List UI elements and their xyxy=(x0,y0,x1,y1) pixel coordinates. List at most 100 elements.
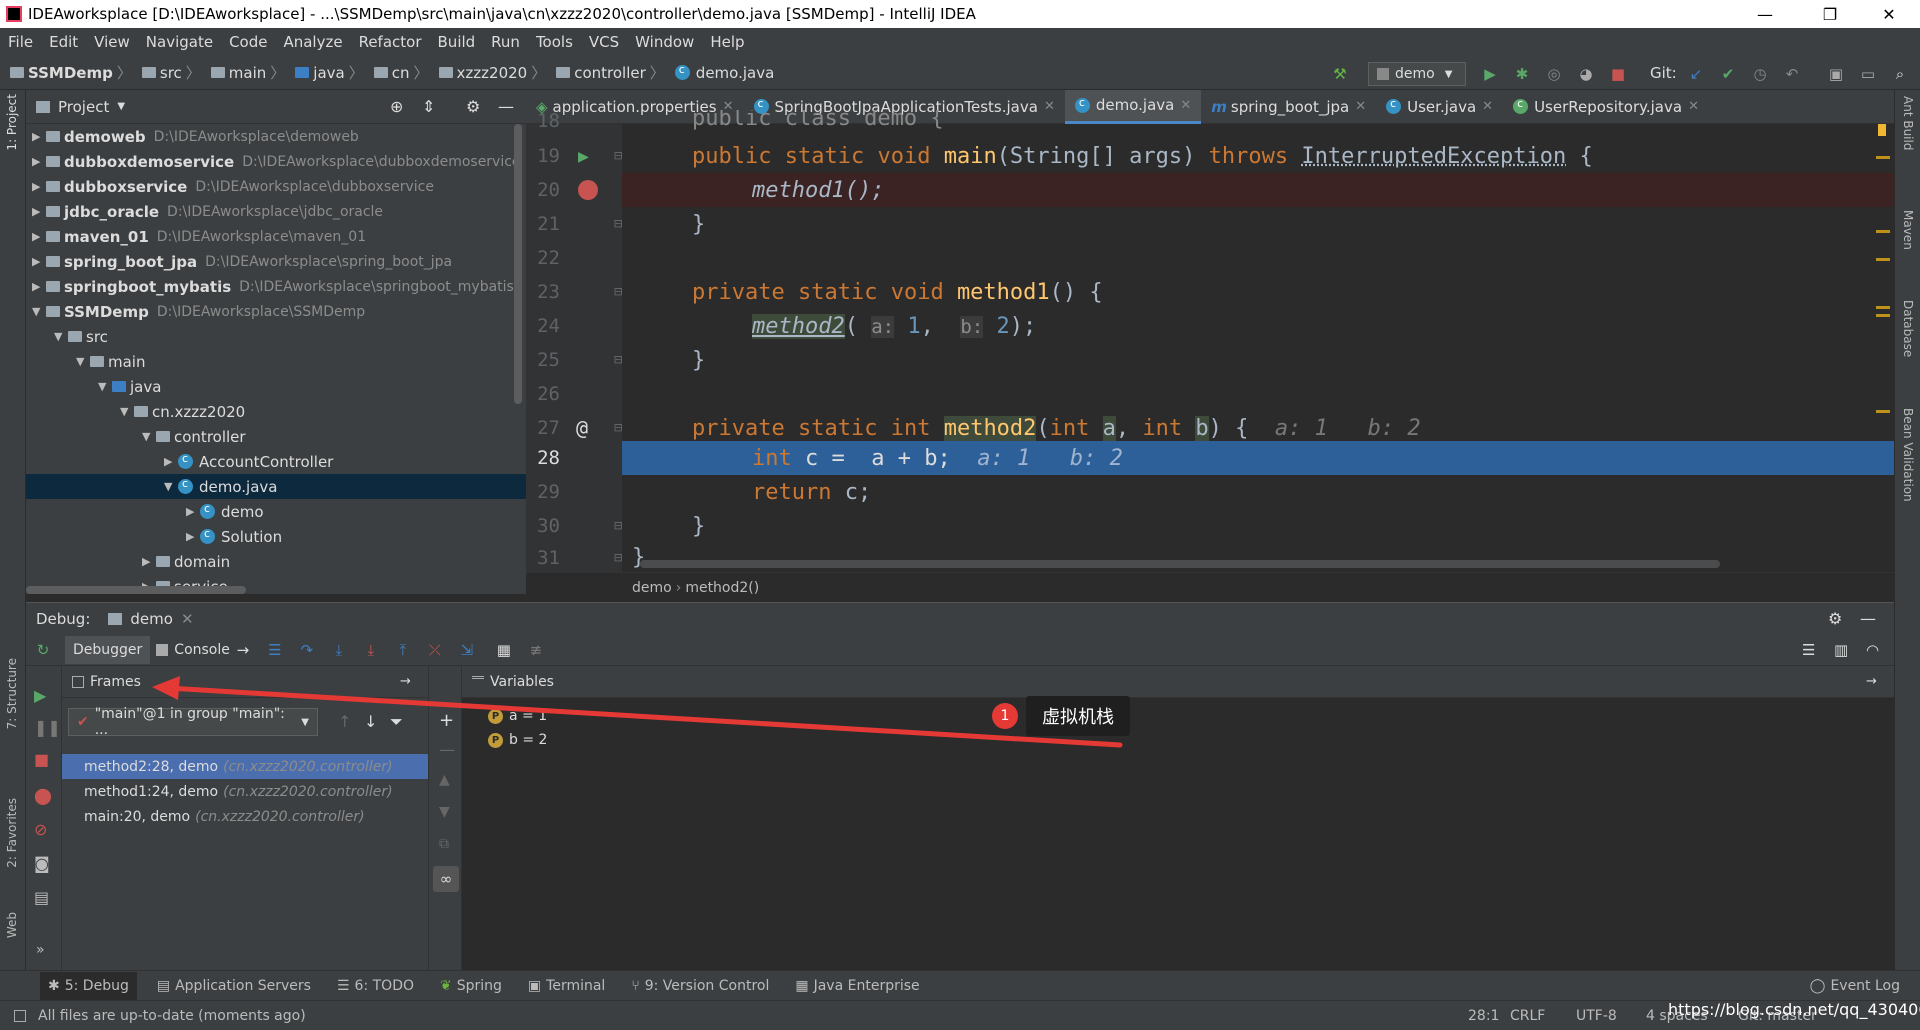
tree-item-dubboxdemoservice[interactable]: ▶ dubboxdemoservice D:\IDEAworksplace\dubb… xyxy=(32,149,521,174)
tree-item-springboot-mybatis[interactable]: ▶ springboot_mybatis D:\IDEAworksplace\spr… xyxy=(32,274,514,299)
crumb-src[interactable]: src xyxy=(141,64,182,82)
filter-icon[interactable]: ⏷ xyxy=(390,712,403,732)
crumb-java[interactable]: java xyxy=(295,64,345,82)
step-out-icon[interactable]: ⤒ xyxy=(394,641,412,659)
git-revert-icon[interactable]: ↶ xyxy=(1782,64,1802,84)
rerun-icon[interactable]: ↻ xyxy=(34,641,52,659)
tree-item-jdbc-oracle[interactable]: ▶ jdbc_oracle D:\IDEAworksplace\jdbc_oracl… xyxy=(32,199,383,224)
status-toggle-icon[interactable] xyxy=(14,1009,26,1022)
pause-icon[interactable]: ❚❚ xyxy=(34,718,61,737)
tool-tab-version-control[interactable]: ⑂ 9: Version Control xyxy=(631,978,769,994)
tool-tab-terminal[interactable]: ▣ Terminal xyxy=(528,978,605,994)
maven-tool-tab[interactable]: Maven xyxy=(1901,210,1915,250)
hide-panel-icon[interactable]: — xyxy=(498,97,514,116)
tree-item-controller[interactable]: ▼ controller xyxy=(142,424,246,449)
fold-icon[interactable]: ⊟ xyxy=(614,420,622,436)
resume-icon[interactable]: ▶ xyxy=(34,686,46,705)
project-panel-title[interactable]: Project xyxy=(58,98,109,116)
gear-icon[interactable]: ⚙ xyxy=(466,97,480,116)
tree-item-java[interactable]: ▼ java xyxy=(98,374,161,399)
camera-icon[interactable]: ◙ xyxy=(34,854,50,873)
stop-icon[interactable]: ■ xyxy=(34,750,49,769)
run-icon[interactable]: ▶ xyxy=(1480,64,1500,84)
frame-row[interactable]: main:20, demo (cn.xzzz2020.controller) xyxy=(62,804,428,829)
structure-tool-tab[interactable]: 7: Structure xyxy=(5,658,19,729)
chevron-down-icon[interactable]: ▼ xyxy=(117,101,125,112)
profile-icon[interactable]: ◕ xyxy=(1576,64,1596,84)
debug-session-tab[interactable]: demo xyxy=(130,610,173,628)
stop-icon[interactable]: ■ xyxy=(1608,64,1628,84)
variable-row[interactable]: Pb = 2 xyxy=(488,728,547,752)
fold-icon[interactable]: ⊟ xyxy=(614,148,622,164)
ant-build-tool-tab[interactable]: Ant Build xyxy=(1901,96,1915,150)
tool-tab-java-enterprise[interactable]: ▦ Java Enterprise xyxy=(795,978,919,994)
tree-item-domain[interactable]: ▶ domain xyxy=(142,549,230,574)
minimize-button[interactable]: — xyxy=(1742,0,1788,28)
collapse-all-icon[interactable]: ⇕ xyxy=(422,97,435,116)
file-encoding[interactable]: UTF-8 xyxy=(1576,1008,1617,1024)
breadcrumb-method[interactable]: method2() xyxy=(685,580,759,596)
tree-item-demo-java[interactable]: ▼demo.java xyxy=(164,474,277,499)
add-watch-icon[interactable]: + xyxy=(439,710,454,731)
force-step-into-icon[interactable]: ⤓ xyxy=(362,641,380,659)
restore-layout-icon[interactable]: ☰ xyxy=(1802,641,1815,659)
tree-item-spring-boot-jpa[interactable]: ▶ spring_boot_jpa D:\IDEAworksplace\spring… xyxy=(32,249,452,274)
warning-marker[interactable] xyxy=(1878,124,1886,136)
gear-icon[interactable]: ⚙ xyxy=(1828,609,1842,628)
project-tool-tab[interactable]: 1: Project xyxy=(5,94,19,151)
tree-item-src[interactable]: ▼ src xyxy=(54,324,108,349)
tree-item-main[interactable]: ▼ main xyxy=(76,349,145,374)
tool-tab-application-servers[interactable]: ▤ Application Servers xyxy=(157,978,311,994)
remove-watch-icon[interactable]: — xyxy=(439,740,455,759)
line-separator[interactable]: CRLF xyxy=(1510,1008,1545,1024)
git-update-icon[interactable]: ↙ xyxy=(1686,64,1706,84)
evaluate-expression-icon[interactable]: ▦ xyxy=(495,641,513,659)
tree-item-dubboxservice[interactable]: ▶ dubboxservice D:\IDEAworksplace\dubboxse… xyxy=(32,174,434,199)
debugger-tab[interactable]: Debugger xyxy=(65,635,151,664)
favorites-tool-tab[interactable]: 2: Favorites xyxy=(5,798,19,868)
fold-icon[interactable]: ⊟ xyxy=(614,216,622,232)
menu-view[interactable]: View xyxy=(94,33,130,51)
frame-row[interactable]: method1:24, demo (cn.xzzz2020.controller) xyxy=(62,779,428,804)
menu-edit[interactable]: Edit xyxy=(49,33,78,51)
close-button[interactable]: ✕ xyxy=(1866,0,1912,28)
tree-item-maven-01[interactable]: ▶ maven_01 D:\IDEAworksplace\maven_01 xyxy=(32,224,366,249)
menu-code[interactable]: Code xyxy=(229,33,267,51)
menu-file[interactable]: File xyxy=(8,33,33,51)
layout-settings-icon[interactable]: ▥ xyxy=(1834,641,1848,659)
down-arrow-icon[interactable]: ↓ xyxy=(364,712,377,731)
mute-breakpoints-icon[interactable]: ⊘ xyxy=(34,820,47,839)
pin-icon[interactable]: → xyxy=(1866,674,1877,689)
status-message[interactable]: All files are up-to-date (moments ago) xyxy=(38,1008,306,1024)
pin-icon[interactable]: → xyxy=(234,641,252,659)
tree-item-ssmdemp[interactable]: ▼ SSMDemp D:\IDEAworksplace\SSMDemp xyxy=(32,299,365,324)
maximize-button[interactable]: ❐ xyxy=(1807,0,1853,28)
error-stripe-mark[interactable] xyxy=(1876,410,1890,413)
breadcrumb-class[interactable]: demo xyxy=(632,580,672,596)
drop-frame-icon[interactable]: ⤫ xyxy=(426,641,444,659)
move-down-icon[interactable]: ▼ xyxy=(439,804,450,820)
crumb-project[interactable]: SSMDemp xyxy=(10,64,113,82)
tool-tab-event-log[interactable]: ◯ Event Log xyxy=(1810,978,1900,994)
tree-item-demoweb[interactable]: ▶ demoweb D:\IDEAworksplace\demoweb xyxy=(32,124,359,149)
pin-icon[interactable]: → xyxy=(400,674,411,689)
tree-horizontal-scrollbar[interactable] xyxy=(26,586,246,594)
console-tab[interactable]: Console xyxy=(174,642,230,658)
layout-icon[interactable]: ▤ xyxy=(34,888,49,907)
hide-panel-icon[interactable]: — xyxy=(1860,609,1876,628)
breakpoint-icon[interactable] xyxy=(578,180,598,200)
error-stripe-mark[interactable] xyxy=(1876,314,1890,317)
crumb-cn[interactable]: cn xyxy=(373,64,410,82)
caret-position[interactable]: 28:1 xyxy=(1468,1008,1499,1024)
error-stripe-mark[interactable] xyxy=(1876,230,1890,233)
error-stripe-mark[interactable] xyxy=(1876,306,1890,309)
layout-icon[interactable]: ▭ xyxy=(1858,64,1878,84)
more-icon[interactable]: » xyxy=(36,942,45,958)
menu-window[interactable]: Window xyxy=(635,33,694,51)
show-execution-point-icon[interactable]: ☰ xyxy=(266,641,284,659)
crumb-controller[interactable]: controller xyxy=(556,64,646,82)
fold-icon[interactable]: ⊟ xyxy=(614,352,622,368)
search-icon[interactable]: ⌕ xyxy=(1890,64,1910,84)
tree-item-accountcontroller[interactable]: ▶AccountController xyxy=(164,449,333,474)
menu-help[interactable]: Help xyxy=(710,33,744,51)
